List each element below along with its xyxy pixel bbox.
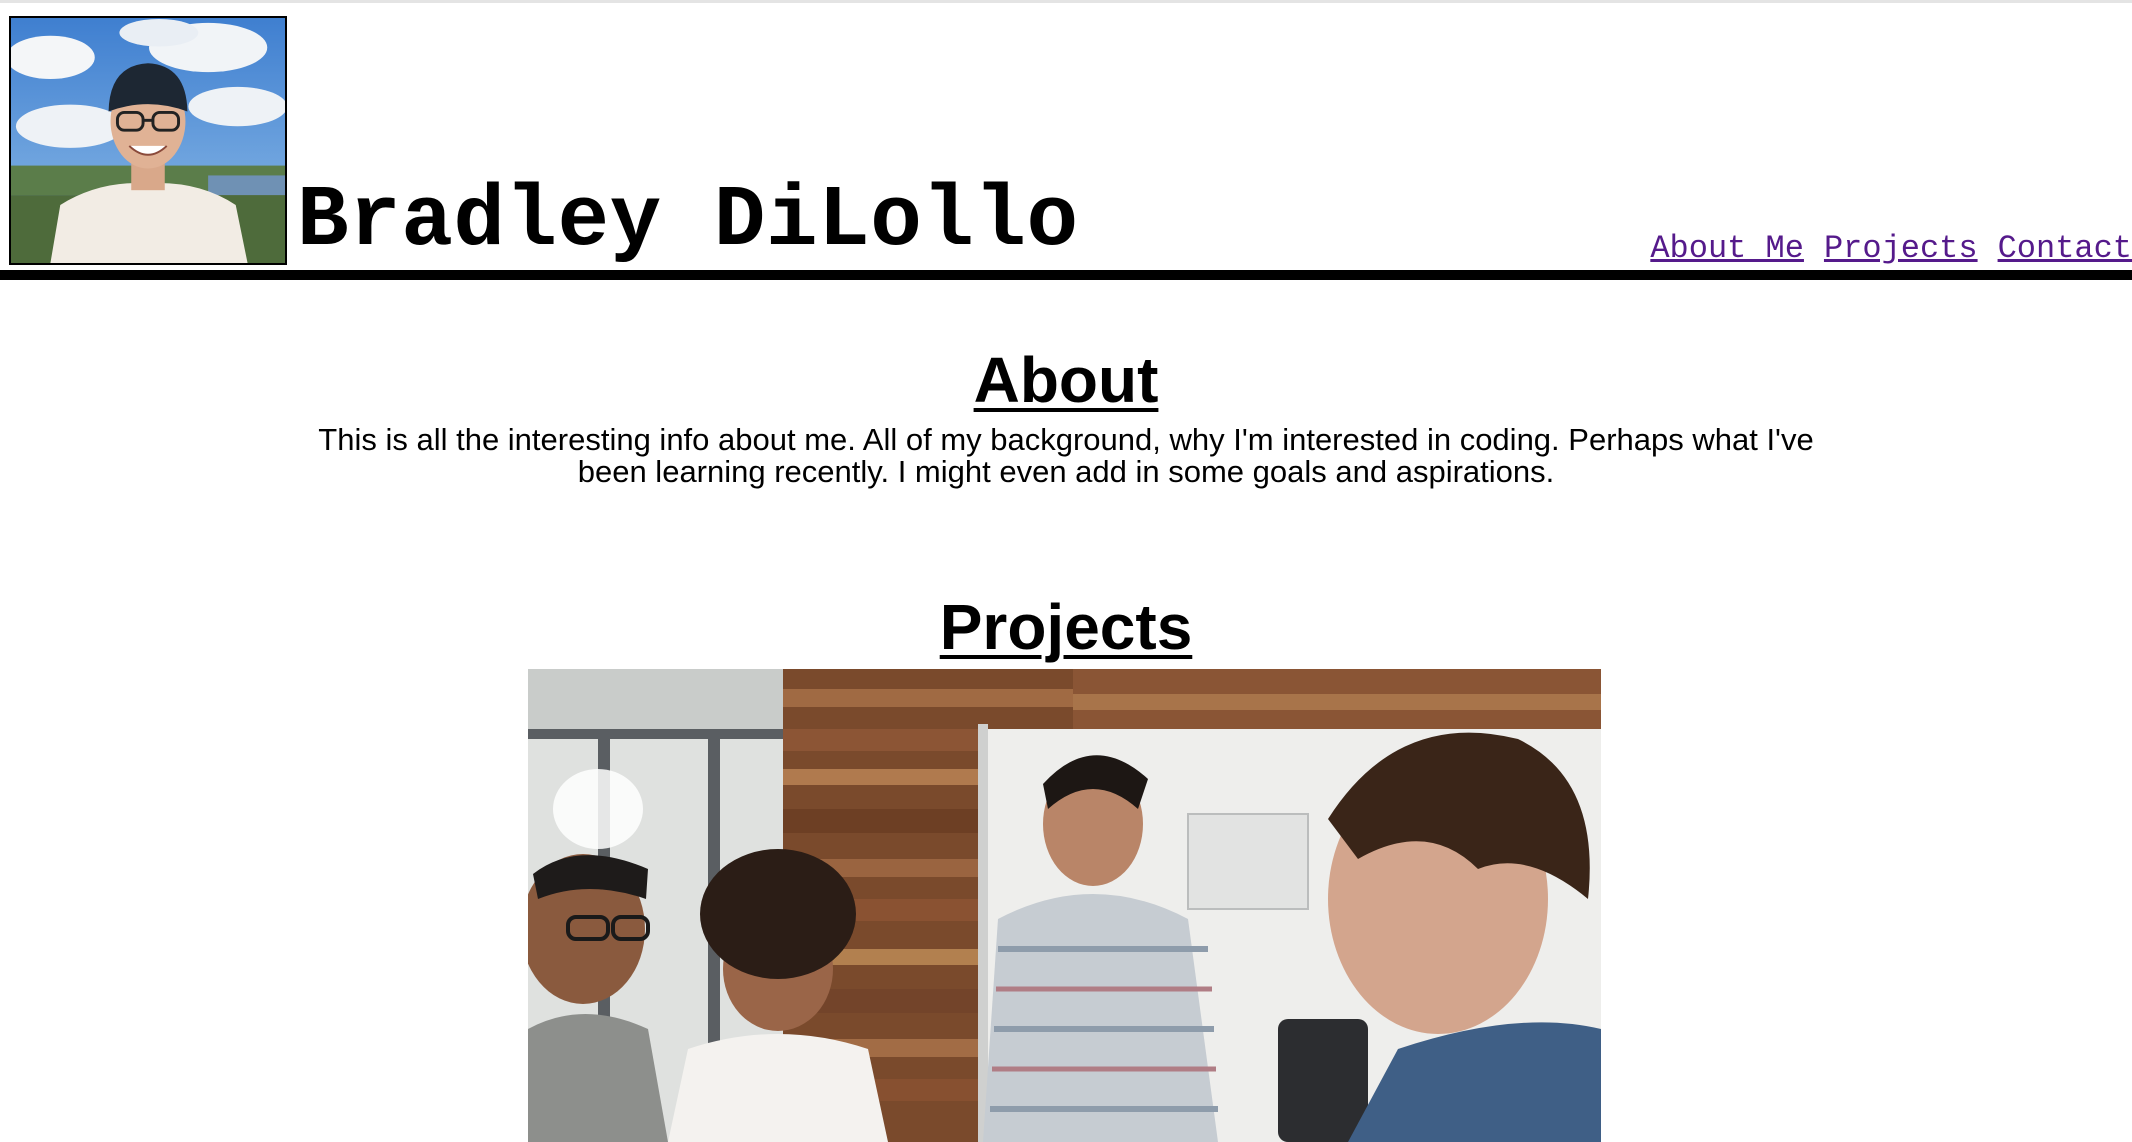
profile-photo	[9, 16, 287, 265]
site-title: Bradley DiLollo	[297, 172, 1079, 270]
nav-link-projects[interactable]: Projects	[1824, 231, 1978, 267]
about-heading: About	[973, 344, 1159, 416]
profile-photo-icon	[11, 18, 285, 263]
nav-link-contact[interactable]: Contact	[1998, 231, 2132, 267]
projects-heading: Projects	[939, 591, 1193, 663]
main-nav: About Me Projects Contact	[1650, 231, 2132, 267]
site-header: Bradley DiLollo About Me Projects Contac…	[0, 3, 2132, 280]
projects-image	[528, 669, 1601, 1142]
nav-link-about-me[interactable]: About Me	[1650, 231, 1804, 267]
about-text: This is all the interesting info about m…	[318, 422, 1814, 489]
team-meeting-photo-icon	[528, 669, 1601, 1142]
